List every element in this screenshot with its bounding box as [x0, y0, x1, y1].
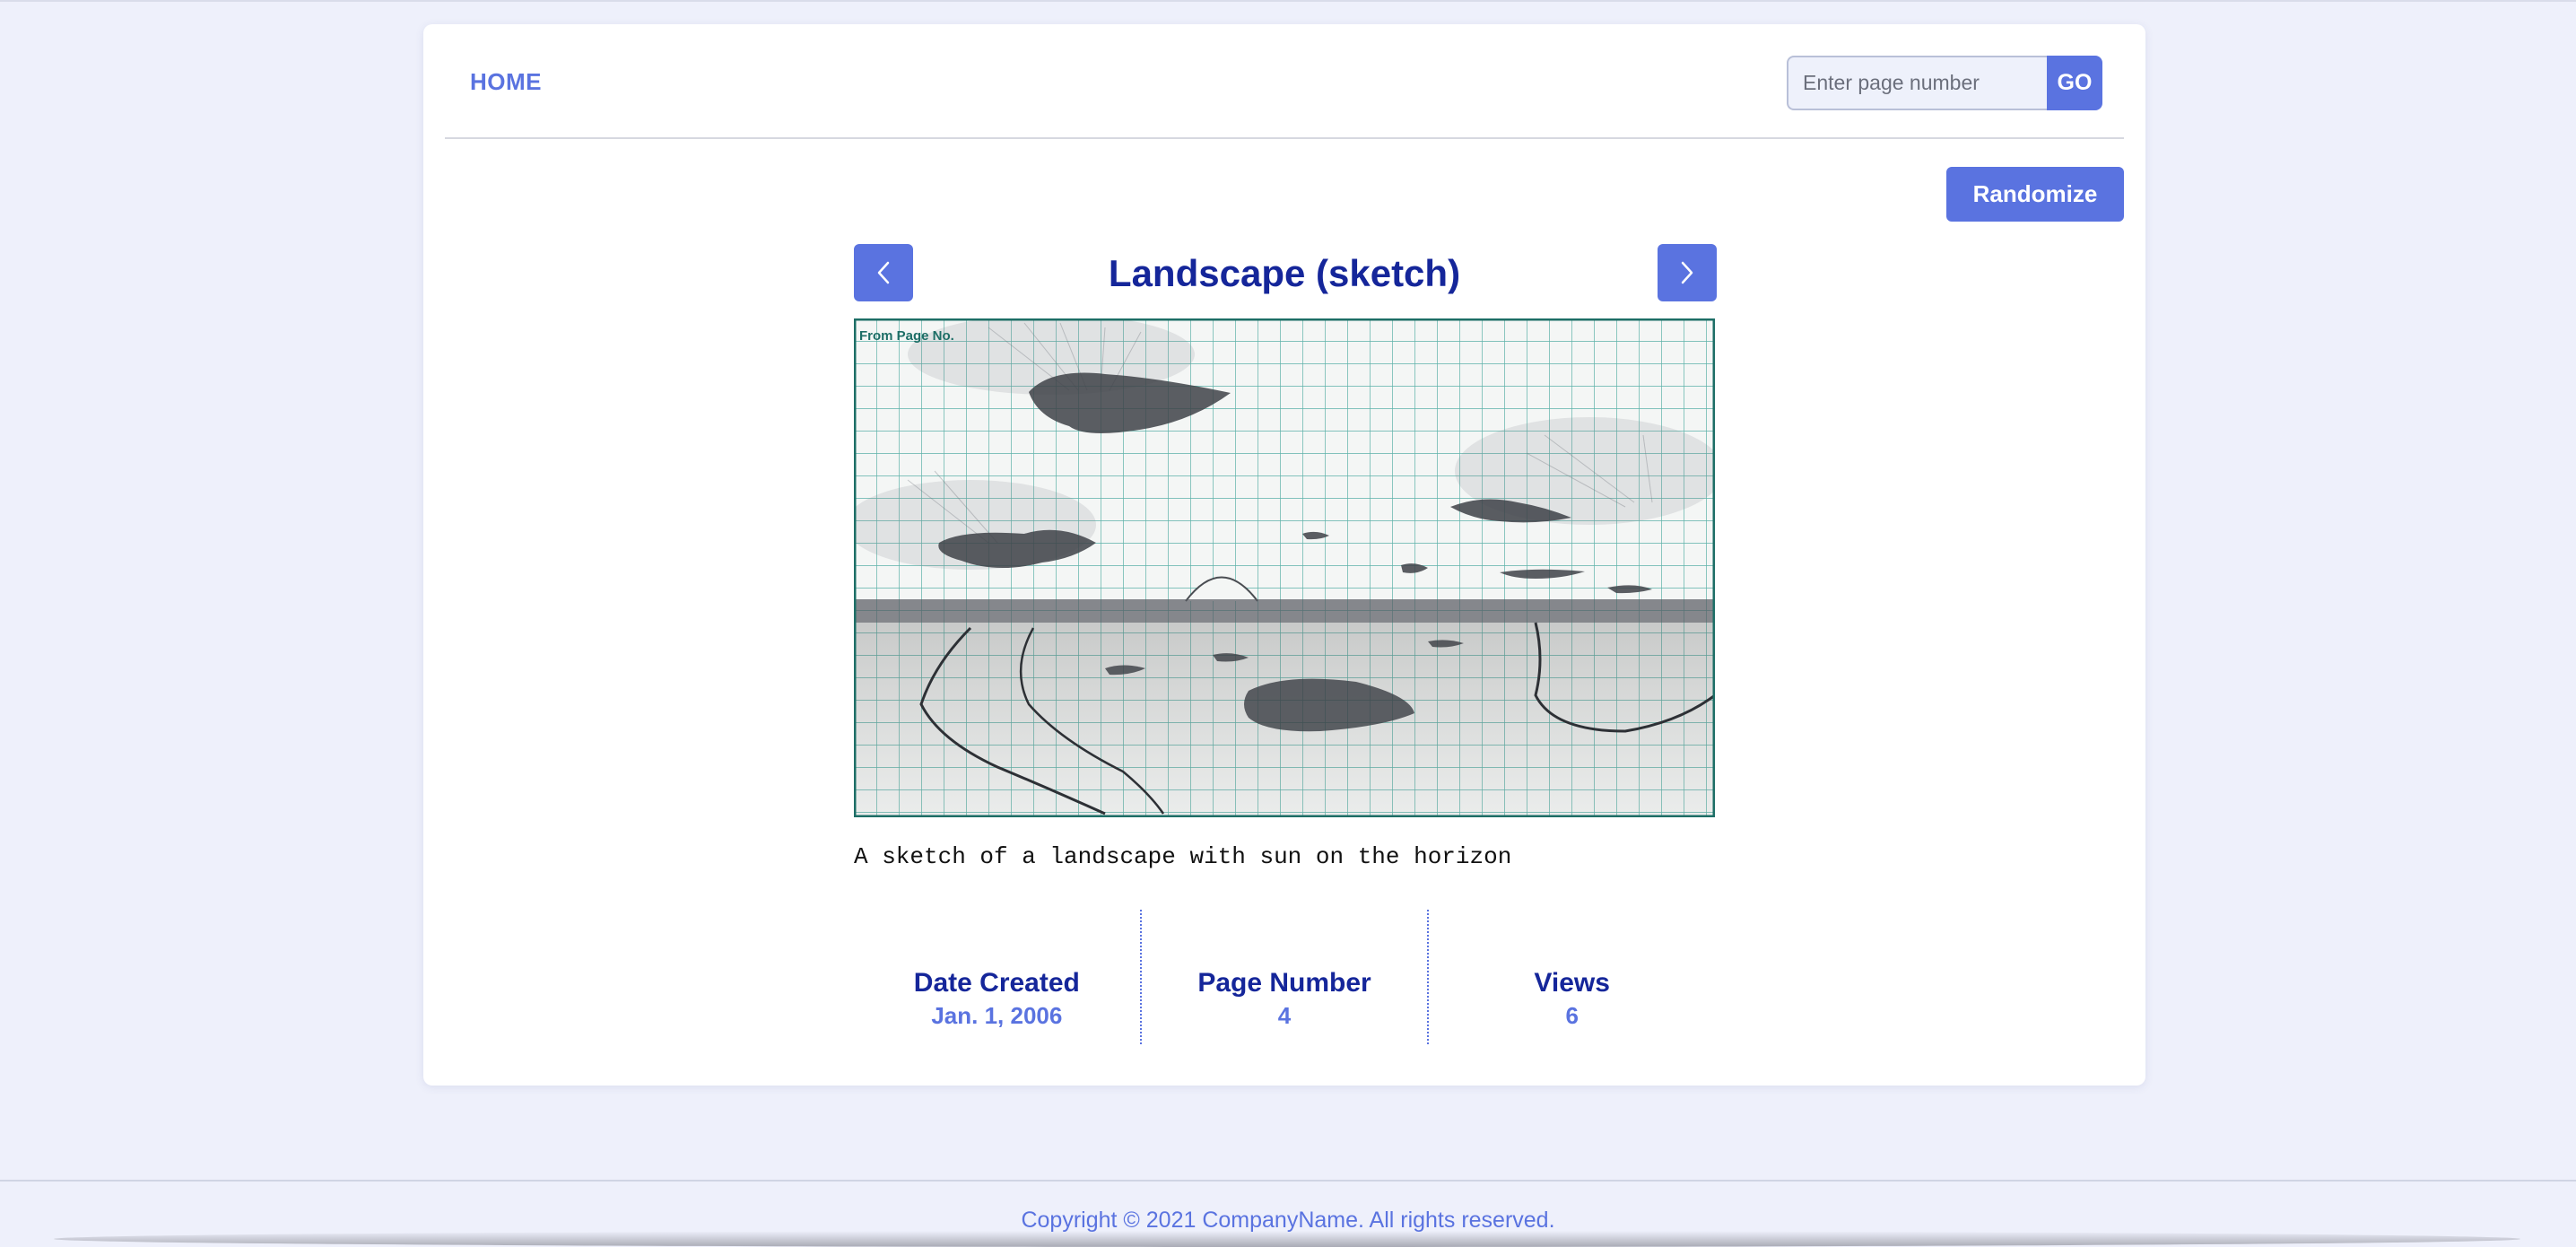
page-title: Landscape (sketch)	[1108, 252, 1461, 294]
navbar: HOME GO	[445, 24, 2124, 139]
go-button[interactable]: GO	[2047, 56, 2102, 110]
top-border	[0, 0, 2576, 2]
sketch-image: From Page No.	[854, 318, 1715, 817]
previous-page-button[interactable]	[854, 244, 913, 301]
chevron-left-icon	[877, 261, 890, 284]
window-bottom-shadow	[54, 1231, 2520, 1247]
stat-value: Jan. 1, 2006	[931, 1002, 1063, 1029]
footer-copyright: Copyright © 2021 CompanyName. All rights…	[1021, 1208, 1555, 1233]
main-card: HOME GO Randomize Landscape (sketch)	[423, 24, 2145, 1086]
page-number-input[interactable]	[1787, 56, 2047, 110]
randomize-button[interactable]: Randomize	[1946, 167, 2124, 222]
chevron-right-icon	[1681, 261, 1693, 284]
stat-views: Views 6	[1427, 910, 1715, 1044]
home-link[interactable]: HOME	[470, 68, 542, 96]
sketch-page-label: From Page No.	[859, 328, 954, 344]
image-caption: A sketch of a landscape with sun on the …	[854, 843, 1512, 870]
page-search-form: GO	[1787, 56, 2102, 110]
stats-row: Date Created Jan. 1, 2006 Page Number 4 …	[854, 910, 1715, 1044]
stat-label: Views	[1534, 968, 1610, 998]
next-page-button[interactable]	[1658, 244, 1717, 301]
stat-value: 4	[1277, 1002, 1292, 1029]
stat-label: Date Created	[913, 968, 1080, 998]
stat-label: Page Number	[1197, 968, 1371, 998]
stat-page-number: Page Number 4	[1139, 910, 1428, 1044]
stat-value: 6	[1565, 1002, 1579, 1029]
stat-date-created: Date Created Jan. 1, 2006	[854, 910, 1140, 1044]
footer-divider	[0, 1180, 2576, 1182]
